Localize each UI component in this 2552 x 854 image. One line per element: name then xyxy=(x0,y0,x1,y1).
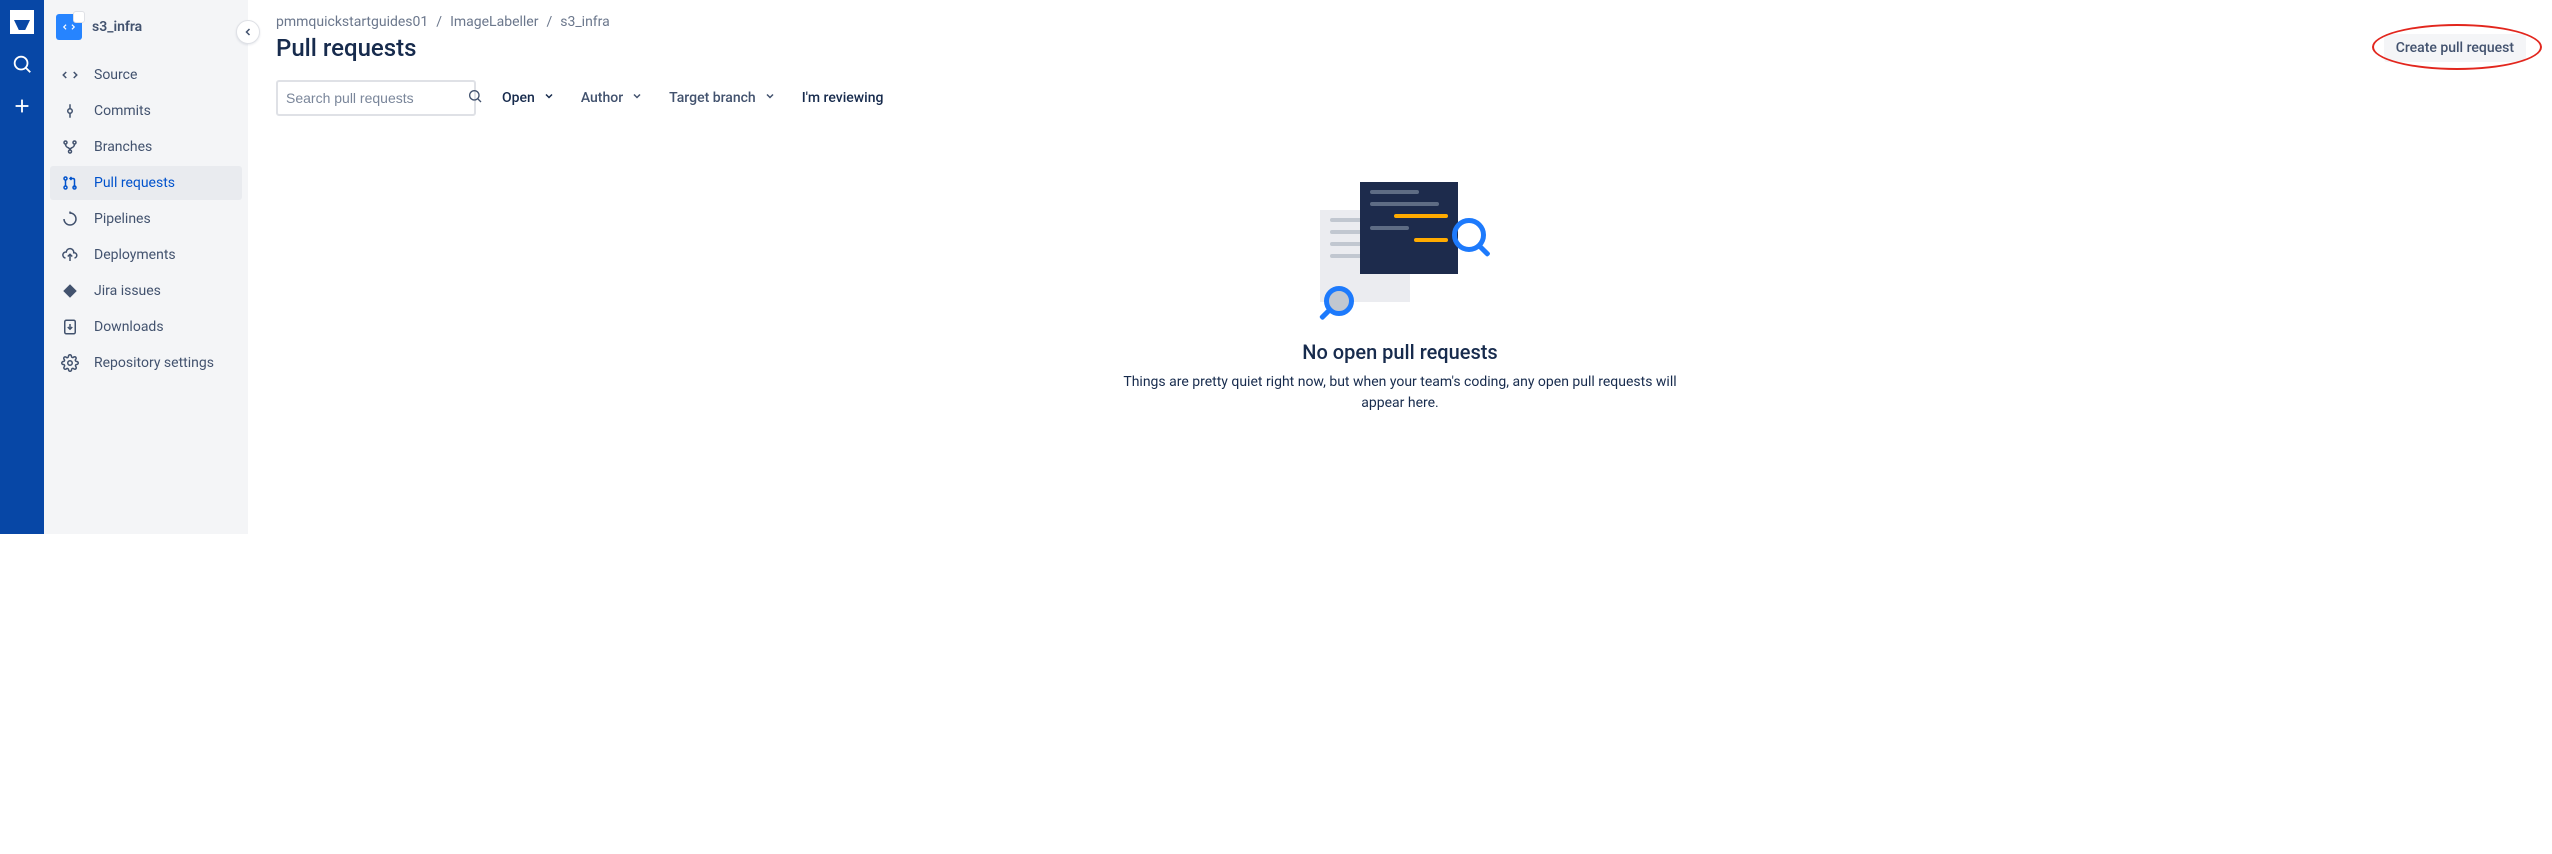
sidebar-item-pipelines[interactable]: Pipelines xyxy=(50,202,242,236)
filter-state[interactable]: Open xyxy=(502,90,555,106)
sidebar-item-label: Downloads xyxy=(94,319,164,335)
sidebar-header: s3_infra xyxy=(44,14,248,52)
sidebar-item-label: Branches xyxy=(94,139,152,155)
filter-im-reviewing[interactable]: I'm reviewing xyxy=(802,90,884,106)
empty-state-description: Things are pretty quiet right now, but w… xyxy=(1120,372,1680,414)
sidebar-item-label: Pipelines xyxy=(94,211,151,227)
chevron-down-icon xyxy=(631,90,643,106)
empty-state-title: No open pull requests xyxy=(1302,340,1497,364)
sidebar-item-deployments[interactable]: Deployments xyxy=(50,238,242,272)
chevron-down-icon xyxy=(764,90,776,106)
sidebar-item-jira-issues[interactable]: Jira issues xyxy=(50,274,242,308)
filters-bar: Open Author Target branch I'm reviewing xyxy=(276,80,2524,116)
bitbucket-logo-icon[interactable] xyxy=(10,10,34,34)
global-nav xyxy=(0,0,44,534)
branch-icon xyxy=(60,137,80,157)
search-icon xyxy=(467,88,483,108)
app-root: s3_infra Source Commits Branches Pull re… xyxy=(0,0,2552,534)
pull-request-icon xyxy=(60,173,80,193)
download-icon xyxy=(60,317,80,337)
sidebar-item-label: Source xyxy=(94,67,137,83)
sidebar-item-label: Pull requests xyxy=(94,175,175,191)
filter-label: Target branch xyxy=(669,90,756,106)
empty-illustration-icon xyxy=(1320,176,1480,316)
search-icon[interactable] xyxy=(10,52,34,76)
empty-state: No open pull requests Things are pretty … xyxy=(1120,176,1680,414)
breadcrumb: pmmquickstartguides01 / ImageLabeller / … xyxy=(276,14,2524,30)
sidebar: s3_infra Source Commits Branches Pull re… xyxy=(44,0,248,534)
create-plus-icon[interactable] xyxy=(10,94,34,118)
main-content: pmmquickstartguides01 / ImageLabeller / … xyxy=(248,0,2552,534)
code-icon xyxy=(60,65,80,85)
breadcrumb-separator: / xyxy=(436,14,442,30)
sidebar-item-label: Repository settings xyxy=(94,355,214,371)
filter-label: Open xyxy=(502,90,535,106)
search-pull-requests[interactable] xyxy=(276,80,476,116)
sidebar-item-label: Jira issues xyxy=(94,283,161,299)
sidebar-item-repo-settings[interactable]: Repository settings xyxy=(50,346,242,380)
search-input[interactable] xyxy=(286,90,467,106)
sidebar-item-branches[interactable]: Branches xyxy=(50,130,242,164)
page-title: Pull requests xyxy=(276,34,2524,62)
filter-target-branch[interactable]: Target branch xyxy=(669,90,776,106)
filter-author[interactable]: Author xyxy=(581,90,643,106)
commit-icon xyxy=(60,101,80,121)
breadcrumb-repo[interactable]: s3_infra xyxy=(560,14,610,30)
breadcrumb-workspace[interactable]: pmmquickstartguides01 xyxy=(276,14,428,30)
chevron-down-icon xyxy=(543,90,555,106)
repo-name: s3_infra xyxy=(92,19,142,35)
sidebar-item-label: Deployments xyxy=(94,247,176,263)
sidebar-item-label: Commits xyxy=(94,103,151,119)
gear-icon xyxy=(60,353,80,373)
sidebar-item-source[interactable]: Source xyxy=(50,58,242,92)
sidebar-item-pull-requests[interactable]: Pull requests xyxy=(50,166,242,200)
jira-icon xyxy=(60,281,80,301)
sidebar-item-commits[interactable]: Commits xyxy=(50,94,242,128)
create-pull-request-button[interactable]: Create pull request xyxy=(2384,34,2526,62)
sidebar-item-downloads[interactable]: Downloads xyxy=(50,310,242,344)
sidebar-nav: Source Commits Branches Pull requests Pi… xyxy=(44,52,248,380)
pipelines-icon xyxy=(60,209,80,229)
repo-avatar-icon xyxy=(56,14,82,40)
breadcrumb-project[interactable]: ImageLabeller xyxy=(450,14,538,30)
breadcrumb-separator: / xyxy=(546,14,552,30)
cloud-upload-icon xyxy=(60,245,80,265)
filter-label: Author xyxy=(581,90,623,106)
